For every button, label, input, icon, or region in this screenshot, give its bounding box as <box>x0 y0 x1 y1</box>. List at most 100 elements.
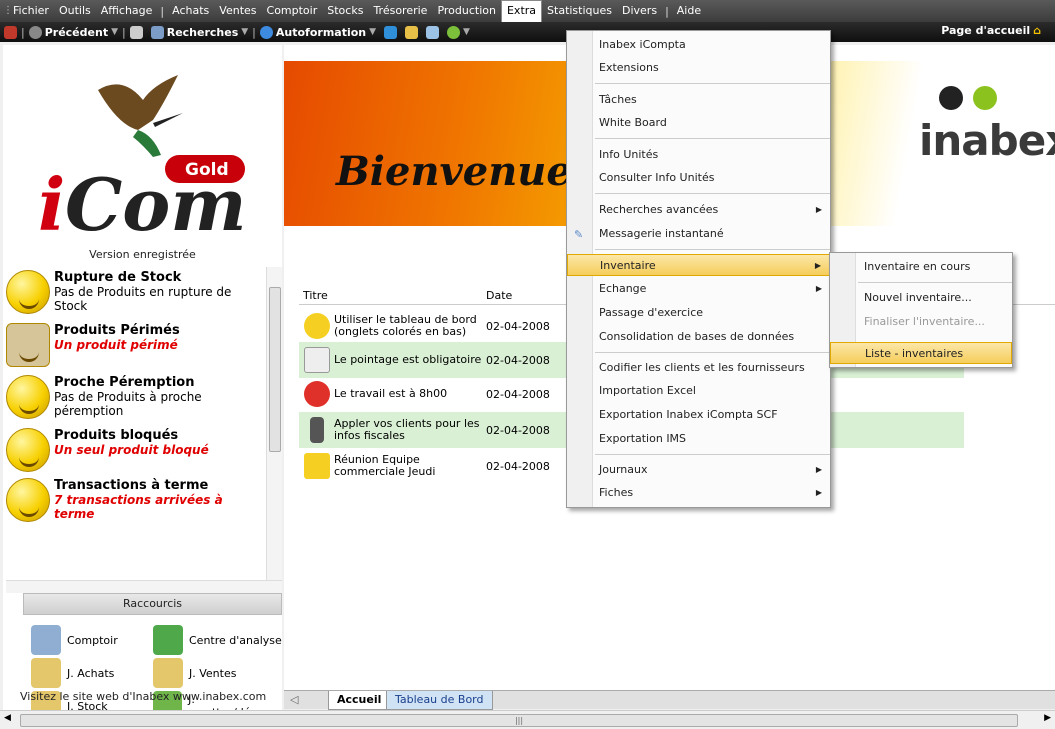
grip-icon: ⋮ <box>3 5 13 16</box>
shortcut-j-ventes[interactable]: J. Ventes <box>153 658 236 688</box>
alert-produits-perimes[interactable]: Produits Périmés Un produit périmé <box>6 323 264 367</box>
menu-outils[interactable]: Outils <box>54 0 96 22</box>
menu-item-extensions[interactable]: Extensions <box>567 57 830 79</box>
row-title: Réunion Equipe commerciale Jeudi <box>334 453 436 478</box>
window-button[interactable] <box>422 25 443 39</box>
scroll-thumb[interactable]: ||| <box>20 714 1018 727</box>
chat-button[interactable]: ▼ <box>443 25 474 39</box>
menu-item-inventaire[interactable]: Inventaire ▶ <box>567 254 830 276</box>
menu-item-journaux[interactable]: Journaux ▶ <box>567 459 830 481</box>
shortcut-comptoir[interactable]: Comptoir <box>31 625 118 655</box>
alerts-vertical-scrollbar[interactable] <box>266 267 282 580</box>
menu-item-importation-excel[interactable]: Importation Excel <box>567 380 830 402</box>
bird-icon[interactable] <box>0 25 21 39</box>
home-page-button[interactable]: Page d'accueil ⌂ <box>937 24 1045 37</box>
menu-item-codifier[interactable]: Codifier les clients et les fournisseurs <box>567 357 830 379</box>
menu-item-exportation-icompta[interactable]: Exportation Inabex iCompta SCF <box>567 404 830 426</box>
tab-tableau-de-bord[interactable]: Tableau de Bord <box>386 691 493 710</box>
submenu-item-liste-inventaires[interactable]: Liste - inventaires <box>830 342 1012 364</box>
globe-icon <box>259 25 273 39</box>
menu-tresorerie[interactable]: Trésorerie <box>368 0 432 22</box>
tab-accueil[interactable]: Accueil <box>328 691 391 710</box>
column-title[interactable]: Titre <box>303 289 328 302</box>
horizontal-scrollbar[interactable]: ◀ ||| ▶ <box>0 710 1055 729</box>
lightbulb-icon <box>304 313 330 339</box>
chevron-down-icon: ▼ <box>463 27 470 37</box>
menu-extra[interactable]: Extra <box>500 0 543 22</box>
alerts-horizontal-scrollbar[interactable] <box>6 580 282 593</box>
tab-scroll-left-icon[interactable]: ◁ <box>290 693 298 706</box>
alert-desc: 7 transactions arrivées à terme <box>54 493 223 521</box>
search-button[interactable]: Recherches ▼ <box>147 25 252 39</box>
filter-button[interactable] <box>401 25 422 39</box>
shortcut-label: J. Achats <box>67 666 115 680</box>
menu-item-label: Journaux <box>599 463 648 476</box>
sunglasses-smiley-icon <box>6 375 50 419</box>
column-date[interactable]: Date <box>486 289 512 302</box>
training-button[interactable]: Autoformation ▼ <box>256 25 380 39</box>
cash-register-icon <box>31 625 61 655</box>
website-link[interactable]: Visitez le site web d'Inabex www.inabex.… <box>20 690 266 703</box>
refresh-button[interactable] <box>380 25 401 39</box>
shortcuts-header[interactable]: Raccourcis <box>23 593 282 615</box>
menu-ventes[interactable]: Ventes <box>214 0 261 22</box>
menu-item-info-unites[interactable]: Info Unités <box>567 144 830 166</box>
submenu-arrow-icon: ▶ <box>815 488 822 497</box>
alert-title: Transactions à terme <box>54 478 209 493</box>
menu-item-label: Recherches avancées <box>599 203 719 216</box>
shortcut-label: J. Ventes <box>189 666 237 680</box>
menu-stocks[interactable]: Stocks <box>322 0 368 22</box>
scroll-right-icon[interactable]: ▶ <box>1044 713 1051 723</box>
shortcut-j-achats[interactable]: J. Achats <box>31 658 114 688</box>
tab-bar: ◁ Accueil Tableau de Bord <box>284 690 1055 710</box>
submenu-arrow-icon: ▶ <box>815 465 822 474</box>
menu-item-inabex-icompta[interactable]: Inabex iCompta <box>567 34 830 56</box>
menu-divers[interactable]: Divers <box>617 0 662 22</box>
alerts-list: Rupture de Stock Pas de Produits en ruptu… <box>6 267 266 580</box>
document-icon <box>129 25 143 39</box>
chevron-down-icon: ▼ <box>369 27 377 37</box>
menu-achats[interactable]: Achats <box>167 0 214 22</box>
menu-affichage[interactable]: Affichage <box>96 0 158 22</box>
alert-transactions-terme[interactable]: Transactions à terme 7 transactions arriv… <box>6 478 264 522</box>
menu-item-consolidation[interactable]: Consolidation de bases de données <box>567 326 830 348</box>
menu-statistiques[interactable]: Statistiques <box>542 0 617 22</box>
submenu-item-nouvel-inventaire[interactable]: Nouvel inventaire... <box>830 287 1012 309</box>
alert-produits-bloques[interactable]: Produits bloqués Un seul produit bloqué <box>6 428 264 472</box>
alert-proche-peremption[interactable]: Proche Péremption Pas de Produits à proch… <box>6 375 264 419</box>
shortcut-centre-analyse[interactable]: Centre d'analyse <box>153 625 282 655</box>
menu-item-consulter-info-unites[interactable]: Consulter Info Unités <box>567 167 830 189</box>
menu-item-fiches[interactable]: Fiches ▶ <box>567 482 830 504</box>
version-label: Version enregistrée <box>89 248 196 261</box>
back-button[interactable]: Précédent ▼ <box>25 25 122 39</box>
menu-item-label: Fiches <box>599 486 634 499</box>
menu-separator: | <box>160 4 165 18</box>
row-title: Utiliser le tableau de bord (onglets col… <box>334 313 477 338</box>
menu-aide[interactable]: Aide <box>672 0 706 22</box>
folder-in-icon <box>31 658 61 688</box>
icom-logo: i Com Gold <box>3 45 282 247</box>
bar-chart-icon <box>153 625 183 655</box>
menu-item-passage-exercice[interactable]: Passage d'exercice <box>567 302 830 324</box>
brand-name: inabex <box>919 116 1055 165</box>
menu-item-exportation-ims[interactable]: Exportation IMS <box>567 428 830 450</box>
back-icon <box>28 25 42 39</box>
submenu-item-inventaire-en-cours[interactable]: Inventaire en cours <box>830 256 1012 278</box>
menu-production[interactable]: Production <box>432 0 501 22</box>
menu-item-white-board[interactable]: White Board <box>567 112 830 134</box>
alert-title: Rupture de Stock <box>54 270 182 285</box>
menu-item-echange[interactable]: Echange ▶ <box>567 278 830 300</box>
home-label: Page d'accueil <box>941 24 1031 37</box>
alert-rupture-stock[interactable]: Rupture de Stock Pas de Produits en ruptu… <box>6 270 264 314</box>
menu-item-messagerie[interactable]: ✎ Messagerie instantané <box>567 223 830 245</box>
chevron-down-icon: ▼ <box>111 27 118 37</box>
scroll-thumb[interactable] <box>269 287 281 452</box>
row-date: 02-04-2008 <box>486 459 550 473</box>
document-button[interactable] <box>126 25 147 39</box>
menu-item-taches[interactable]: Tâches <box>567 89 830 111</box>
menu-item-recherches-avancees[interactable]: Recherches avancées ▶ <box>567 199 830 221</box>
menu-comptoir[interactable]: Comptoir <box>262 0 323 22</box>
scroll-left-icon[interactable]: ◀ <box>4 713 11 723</box>
menu-fichier[interactable]: Fichier <box>8 0 54 22</box>
left-panel: i Com Gold Version enregistrée Rupture d… <box>3 45 282 721</box>
